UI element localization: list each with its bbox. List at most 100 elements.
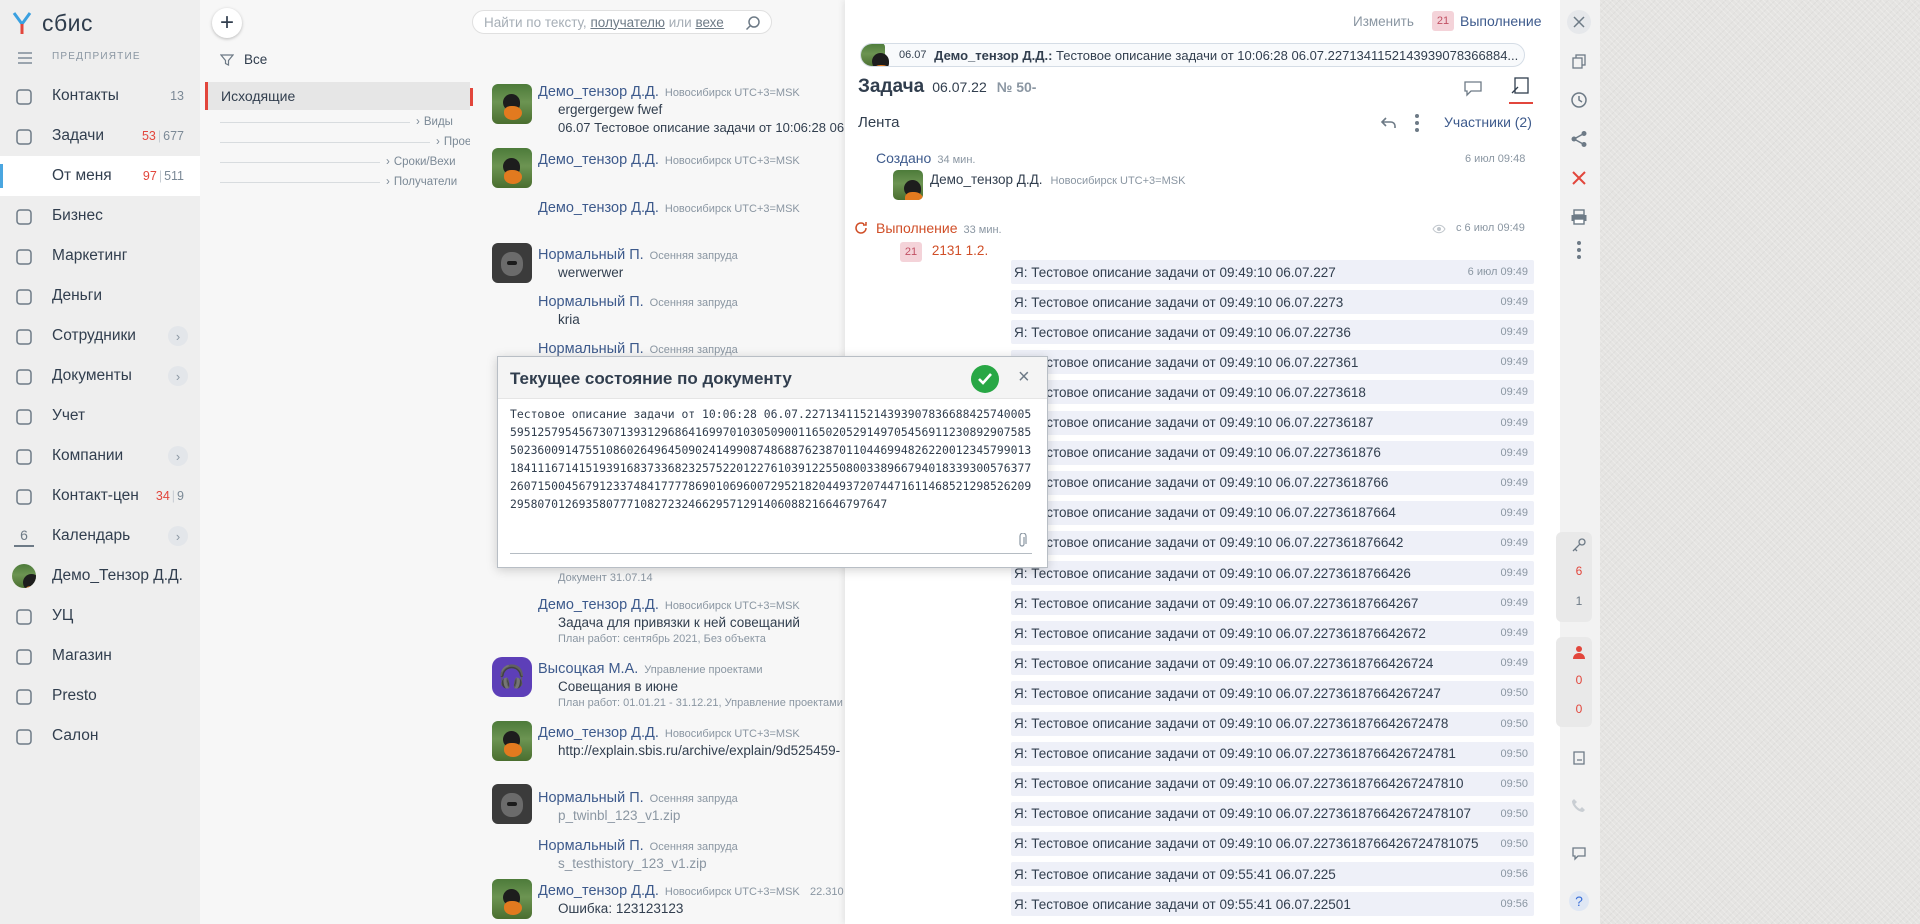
nav-item[interactable]: УЦ xyxy=(0,596,200,636)
dialog-text[interactable]: Тестовое описание задачи от 10:06:28 06.… xyxy=(510,405,1038,513)
search-link-milestone[interactable]: вехе xyxy=(695,15,723,30)
feed-message[interactable]: Я: Тестовое описание задачи от 09:49:10 … xyxy=(1011,260,1534,284)
menu-icon[interactable] xyxy=(18,52,32,67)
more-actions-button[interactable] xyxy=(1564,235,1594,265)
filter-tree-item[interactable]: › Получатели xyxy=(220,176,457,188)
rights-button[interactable] xyxy=(1564,530,1594,560)
feed-message[interactable]: Я: Тестовое описание задачи от 09:49:10 … xyxy=(1011,651,1534,676)
folder-outgoing[interactable]: Исходящие xyxy=(205,82,470,110)
list-item-author[interactable]: Нормальный П. Осенняя запруда xyxy=(538,838,738,854)
feed-message[interactable]: Я: Тестовое описание задачи от 09:49:10 … xyxy=(1011,410,1534,435)
chevron-right-icon[interactable]: › xyxy=(168,446,188,466)
history-button[interactable] xyxy=(1564,85,1594,115)
nav-item[interactable]: Деньги xyxy=(0,276,200,316)
users-button[interactable] xyxy=(1564,637,1594,667)
copy-button[interactable] xyxy=(1564,46,1594,76)
nav-item[interactable]: Учет xyxy=(0,396,200,436)
list-item-author[interactable]: Нормальный П. Осенняя запруда xyxy=(538,341,738,357)
chevron-right-icon[interactable]: › xyxy=(168,326,188,346)
feed-message[interactable]: Я: Тестовое описание задачи от 09:49:10 … xyxy=(1011,290,1534,315)
feed-message[interactable]: Я: Тестовое описание задачи от 09:49:10 … xyxy=(1011,681,1534,706)
nav-item[interactable]: 6 Календарь › xyxy=(0,516,200,556)
feed-message[interactable]: Я: Тестовое описание задачи от 09:49:10 … xyxy=(1011,530,1534,555)
avatar[interactable] xyxy=(492,148,532,188)
add-button[interactable]: + xyxy=(212,8,242,38)
list-item-text[interactable]: s_testhistory_123_v1.zip xyxy=(558,856,707,871)
list-item-text[interactable]: http://explain.sbis.ru/archive/explain/9… xyxy=(558,743,840,758)
nav-item[interactable]: Компании › xyxy=(0,436,200,476)
document-button[interactable] xyxy=(1564,743,1594,773)
nav-item[interactable]: От меня 97 | 511 xyxy=(0,156,200,196)
nav-item[interactable]: Документы › xyxy=(0,356,200,396)
list-item-author[interactable]: Демо_тензор Д.Д. Новосибирск UTC+3=MSK xyxy=(538,200,800,216)
filter-all[interactable]: Все xyxy=(220,52,267,67)
nav-item[interactable]: Магазин xyxy=(0,636,200,676)
list-item-author[interactable]: Демо_тензор Д.Д. Новосибирск UTC+3=MSK xyxy=(538,84,800,100)
list-item-author[interactable]: Нормальный П. Осенняя запруда xyxy=(538,294,738,310)
avatar[interactable] xyxy=(492,243,532,283)
list-item-text[interactable]: ergergergew fwef xyxy=(558,102,662,117)
call-button[interactable] xyxy=(1564,790,1594,820)
help-button[interactable]: ? xyxy=(1564,886,1594,916)
feed-message[interactable]: Я: Тестовое описание задачи от 09:49:10 … xyxy=(1011,440,1534,465)
parent-task-link[interactable]: 06.07 Демо_тензор Д.Д.: Тестовое описани… xyxy=(860,43,1525,67)
avatar[interactable] xyxy=(492,879,532,919)
feed-message[interactable]: Я: Тестовое описание задачи от 09:49:10 … xyxy=(1011,801,1534,826)
dialog-close-icon[interactable]: × xyxy=(1018,367,1030,387)
more-icon[interactable] xyxy=(1414,113,1420,133)
edit-button[interactable]: Изменить xyxy=(1353,14,1414,29)
list-item-author[interactable]: Демо_тензор Д.Д. Новосибирск UTC+3=MSK xyxy=(538,883,800,899)
search-icon[interactable] xyxy=(745,15,761,31)
participants-button[interactable]: Участники (2) xyxy=(1444,114,1532,130)
creator-name[interactable]: Демо_тензор Д.Д. xyxy=(930,172,1043,187)
feed-message[interactable]: Я: Тестовое описание задачи от 09:49:10 … xyxy=(1011,350,1534,375)
attach-icon[interactable] xyxy=(1016,532,1028,552)
list-item-author[interactable]: Демо_тензор Д.Д. Новосибирск UTC+3=MSK xyxy=(538,597,800,613)
list-item-author[interactable]: Демо_тензор Д.Д. Новосибирск UTC+3=MSK xyxy=(538,152,800,168)
feed-message[interactable]: Я: Тестовое описание задачи от 09:49:10 … xyxy=(1011,621,1534,646)
filter-tree-item[interactable]: › Проекты xyxy=(220,136,490,148)
list-item-author[interactable]: Нормальный П. Осенняя запруда xyxy=(538,790,738,806)
feed-message[interactable]: Я: Тестовое описание задачи от 09:49:10 … xyxy=(1011,561,1534,585)
print-button[interactable] xyxy=(1564,202,1594,232)
list-item-text[interactable]: Задача для привязки к ней совещаний xyxy=(558,615,800,630)
avatar[interactable]: 🎧 xyxy=(492,657,532,697)
avatar[interactable] xyxy=(492,721,532,761)
feed-message[interactable]: Я: Тестовое описание задачи от 09:49:10 … xyxy=(1011,320,1534,345)
feed-message[interactable]: Я: Тестовое описание задачи от 09:49:10 … xyxy=(1011,591,1534,616)
nav-item[interactable]: Маркетинг xyxy=(0,236,200,276)
list-item-text[interactable]: p_twinbl_123_v1.zip xyxy=(558,808,680,823)
nav-item[interactable]: Контакты 13 xyxy=(0,76,200,116)
close-button[interactable] xyxy=(1564,7,1594,37)
feed-message[interactable]: Я: Тестовое описание задачи от 09:55:41 … xyxy=(1011,892,1534,917)
list-item-author[interactable]: Демо_тензор Д.Д. Новосибирск UTC+3=MSK xyxy=(538,725,800,741)
chat-button[interactable] xyxy=(1564,838,1594,868)
share-button[interactable] xyxy=(1564,124,1594,154)
list-item-text[interactable]: Совещания в июне xyxy=(558,679,678,694)
list-item-text[interactable]: werwerwer xyxy=(558,265,623,280)
nav-item[interactable]: Задачи 53 | 677 xyxy=(0,116,200,156)
undo-icon[interactable] xyxy=(1380,115,1398,131)
feed-message[interactable]: Я: Тестовое описание задачи от 09:49:10 … xyxy=(1011,470,1534,495)
feed-message[interactable]: Я: Тестовое описание задачи от 09:49:10 … xyxy=(1011,831,1534,856)
list-item-author[interactable]: Нормальный П. Осенняя запруда xyxy=(538,247,738,263)
logo[interactable]: сбис xyxy=(12,8,93,38)
nav-item[interactable]: Контакт-цен 34 | 9 xyxy=(0,476,200,516)
nav-item[interactable]: Бизнес xyxy=(0,196,200,236)
confirm-button[interactable] xyxy=(971,365,999,393)
nav-item[interactable]: Демо_Тензор Д.Д. xyxy=(0,556,200,596)
nav-item[interactable]: Салон xyxy=(0,716,200,756)
feed-message[interactable]: Я: Тестовое описание задачи от 09:49:10 … xyxy=(1011,741,1534,766)
feed-message[interactable]: Я: Тестовое описание задачи от 09:55:41 … xyxy=(1011,862,1534,886)
search-input[interactable]: Найти по тексту, получателю или вехе xyxy=(472,10,772,34)
filter-tree-item[interactable]: › Виды xyxy=(220,116,453,128)
feed-message[interactable]: Я: Тестовое описание задачи от 09:49:10 … xyxy=(1011,500,1534,525)
feed-message[interactable]: Я: Тестовое описание задачи от 09:49:10 … xyxy=(1011,711,1534,736)
list-item-author[interactable]: Высоцкая М.А. Управление проектами xyxy=(538,661,763,677)
delete-button[interactable] xyxy=(1564,163,1594,193)
comment-icon[interactable] xyxy=(1462,78,1484,98)
resolution-icon[interactable] xyxy=(1510,76,1532,98)
doc-number[interactable]: № 50- xyxy=(997,79,1037,95)
avatar[interactable] xyxy=(492,84,532,124)
search-link-recipient[interactable]: получателю xyxy=(590,15,665,30)
